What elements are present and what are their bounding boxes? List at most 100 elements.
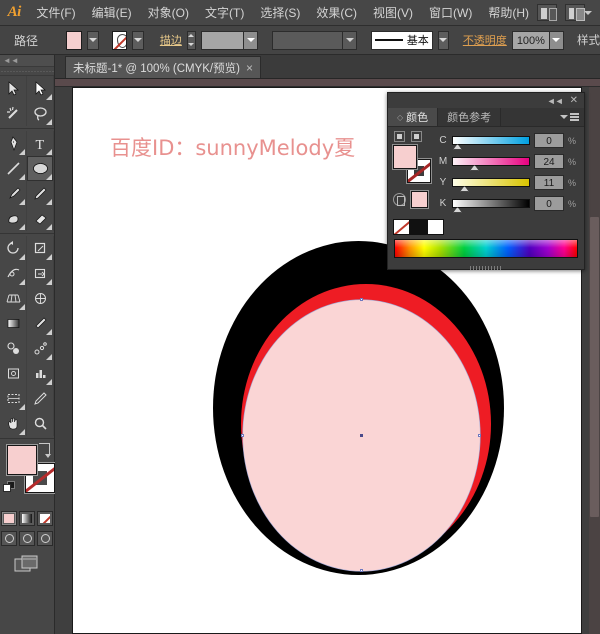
swap-fill-stroke-icon[interactable] bbox=[39, 443, 51, 458]
vertical-scrollbar[interactable] bbox=[589, 87, 600, 634]
document-tab[interactable]: 未标题-1* @ 100% (CMYK/预览) × bbox=[65, 56, 261, 78]
opacity-value[interactable]: 100% bbox=[513, 32, 549, 49]
blend-tool[interactable] bbox=[0, 336, 27, 361]
panel-menu-icon[interactable] bbox=[560, 108, 584, 126]
slider-track-k[interactable] bbox=[452, 199, 530, 213]
default-fill-stroke-icon[interactable] bbox=[3, 481, 15, 493]
stroke-weight-value[interactable] bbox=[202, 32, 243, 49]
scale-tool[interactable] bbox=[27, 236, 54, 261]
slider-thumb-y[interactable] bbox=[460, 186, 469, 192]
ellipse-tool[interactable] bbox=[27, 156, 54, 181]
eyedropper-tool[interactable] bbox=[27, 311, 54, 336]
magic-wand-tool[interactable] bbox=[0, 101, 27, 126]
stroke-weight-combo[interactable] bbox=[200, 30, 259, 50]
swatch-none[interactable] bbox=[393, 219, 410, 235]
tools-panel-collapse-handle[interactable]: ◄◄ bbox=[0, 55, 54, 67]
tools-panel-drag-handle[interactable] bbox=[0, 67, 54, 76]
tab-color-guide[interactable]: 颜色参考 bbox=[438, 108, 502, 126]
panel-resize-grip[interactable] bbox=[470, 266, 502, 270]
stroke-dropdown-icon[interactable] bbox=[132, 30, 144, 50]
line-segment-tool[interactable] bbox=[0, 156, 27, 181]
panel-fill-swatch[interactable] bbox=[393, 145, 417, 169]
stroke-weight-label[interactable]: 描边 bbox=[160, 32, 182, 48]
tab-color[interactable]: ◇ 颜色 bbox=[388, 108, 439, 126]
slider-track-y[interactable] bbox=[452, 178, 530, 192]
close-icon[interactable]: ✕ bbox=[570, 95, 578, 106]
menu-effect[interactable]: 效果(C) bbox=[308, 0, 365, 26]
slider-value-y[interactable]: 11 bbox=[534, 175, 564, 190]
arrange-documents-icon[interactable] bbox=[537, 4, 557, 21]
close-icon[interactable]: × bbox=[246, 62, 253, 74]
slider-thumb-m[interactable] bbox=[470, 165, 479, 171]
chevron-down-icon[interactable] bbox=[584, 10, 592, 15]
zoom-tool[interactable] bbox=[27, 411, 54, 436]
color-globe-icon[interactable] bbox=[393, 193, 406, 206]
stroke-weight-caret-icon[interactable] bbox=[243, 31, 258, 49]
perspective-grid-tool[interactable] bbox=[0, 286, 27, 311]
menu-help[interactable]: 帮助(H) bbox=[480, 0, 537, 26]
rotate-tool[interactable] bbox=[0, 236, 27, 261]
slider-value-m[interactable]: 24 bbox=[534, 154, 564, 169]
slider-track-m[interactable] bbox=[452, 157, 530, 171]
lasso-tool[interactable] bbox=[27, 101, 54, 126]
gradient-button[interactable] bbox=[19, 511, 35, 526]
fill-indicator-icon[interactable] bbox=[394, 131, 405, 142]
solid-color-button[interactable] bbox=[1, 511, 17, 526]
fill-dropdown-icon[interactable] bbox=[87, 30, 99, 50]
column-graph-tool[interactable] bbox=[27, 361, 54, 386]
opacity-label[interactable]: 不透明度 bbox=[463, 32, 507, 48]
pencil-tool[interactable] bbox=[27, 181, 54, 206]
slider-value-k[interactable]: 0 bbox=[534, 196, 564, 211]
brush-dropdown-icon[interactable] bbox=[437, 30, 449, 50]
current-color-swatch[interactable] bbox=[411, 191, 428, 208]
color-panel-titlebar[interactable]: ◄◄ ✕ bbox=[388, 93, 584, 108]
shape-builder-tool[interactable] bbox=[27, 261, 54, 286]
pen-tool[interactable] bbox=[0, 131, 27, 156]
eraser-tool[interactable] bbox=[27, 206, 54, 231]
change-screen-mode-button[interactable] bbox=[0, 554, 54, 576]
menu-window[interactable]: 窗口(W) bbox=[421, 0, 480, 26]
styles-label[interactable]: 样式 bbox=[577, 32, 600, 48]
stroke-profile-caret-icon[interactable] bbox=[342, 31, 357, 49]
blob-brush-tool[interactable] bbox=[0, 206, 27, 231]
toolbar-fill-swatch[interactable] bbox=[7, 445, 37, 475]
slider-track-c[interactable] bbox=[452, 136, 530, 150]
symbol-sprayer-tool[interactable] bbox=[27, 336, 54, 361]
slider-thumb-c[interactable] bbox=[453, 144, 462, 150]
drawing-mode-inside-icon[interactable] bbox=[37, 531, 53, 546]
stroke-color-swatch[interactable] bbox=[111, 30, 128, 50]
opacity-combo[interactable]: 100% bbox=[511, 30, 564, 50]
menu-object[interactable]: 对象(O) bbox=[140, 0, 197, 26]
hand-tool[interactable] bbox=[0, 411, 27, 436]
artwork-text-label[interactable]: 百度ID：sunnyMelody夏 bbox=[110, 132, 355, 162]
menu-type[interactable]: 文字(T) bbox=[197, 0, 252, 26]
direct-selection-tool[interactable] bbox=[27, 76, 54, 101]
opacity-caret-icon[interactable] bbox=[548, 31, 563, 49]
gradient-tool[interactable] bbox=[0, 311, 27, 336]
workspace-switcher-icon[interactable] bbox=[565, 4, 585, 21]
width-tool[interactable] bbox=[0, 261, 27, 286]
selection-tool[interactable] bbox=[0, 76, 27, 101]
mesh-tool[interactable] bbox=[27, 286, 54, 311]
type-tool[interactable]: T bbox=[27, 131, 54, 156]
fill-color-swatch[interactable] bbox=[66, 30, 83, 50]
color-spectrum-bar[interactable] bbox=[394, 239, 578, 258]
slice-tool[interactable] bbox=[0, 386, 27, 411]
paintbrush-tool[interactable] bbox=[0, 181, 27, 206]
none-color-button[interactable] bbox=[37, 511, 53, 526]
stroke-profile-combo[interactable] bbox=[272, 30, 358, 50]
swatch-black[interactable] bbox=[410, 219, 427, 235]
free-transform-tool[interactable] bbox=[27, 386, 54, 411]
swatch-white[interactable] bbox=[427, 219, 444, 235]
drawing-mode-behind-icon[interactable] bbox=[19, 531, 35, 546]
menu-file[interactable]: 文件(F) bbox=[28, 0, 83, 26]
collapse-panel-icon[interactable]: ◄◄ bbox=[547, 96, 564, 106]
menu-edit[interactable]: 编辑(E) bbox=[84, 0, 140, 26]
slider-thumb-k[interactable] bbox=[453, 207, 462, 213]
stroke-weight-stepper[interactable] bbox=[186, 30, 196, 50]
brush-definition-preview[interactable]: 基本 bbox=[370, 30, 433, 50]
menu-view[interactable]: 视图(V) bbox=[365, 0, 421, 26]
stroke-profile-value[interactable] bbox=[273, 32, 342, 49]
artboard-tool[interactable] bbox=[0, 361, 27, 386]
drawing-mode-normal-icon[interactable] bbox=[1, 531, 17, 546]
